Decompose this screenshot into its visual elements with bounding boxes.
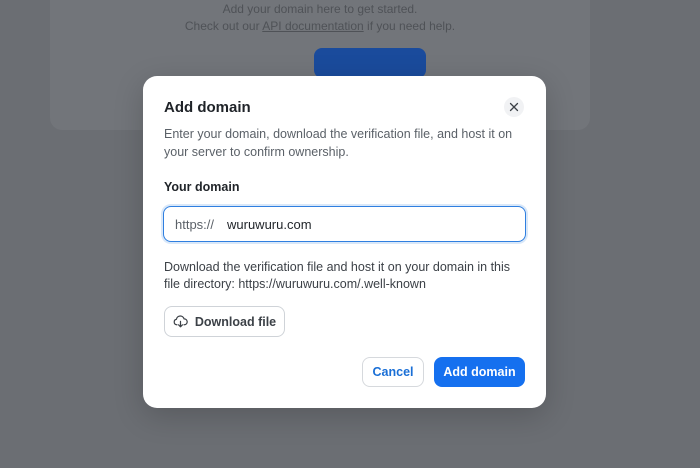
modal-description: Enter your domain, download the verifica… bbox=[164, 127, 513, 159]
close-icon bbox=[509, 102, 519, 112]
domain-field-label: Your domain bbox=[164, 180, 240, 194]
cancel-button[interactable]: Cancel bbox=[362, 357, 424, 387]
add-domain-button[interactable]: Add domain bbox=[434, 357, 525, 387]
modal-title: Add domain bbox=[164, 99, 251, 116]
download-instructions: Download the verification file and host … bbox=[164, 260, 511, 291]
download-file-label: Download file bbox=[194, 314, 277, 329]
domain-input-wrapper[interactable]: https:// bbox=[163, 206, 526, 242]
modal-backdrop[interactable]: Add domain Enter your domain, download t… bbox=[0, 0, 700, 468]
add-domain-modal: Add domain Enter your domain, download t… bbox=[143, 76, 546, 408]
protocol-prefix: https:// bbox=[175, 216, 215, 232]
close-button[interactable] bbox=[504, 97, 524, 117]
domain-input[interactable] bbox=[227, 207, 525, 241]
download-file-button[interactable]: Download file bbox=[164, 306, 285, 337]
cloud-download-icon bbox=[173, 315, 188, 328]
